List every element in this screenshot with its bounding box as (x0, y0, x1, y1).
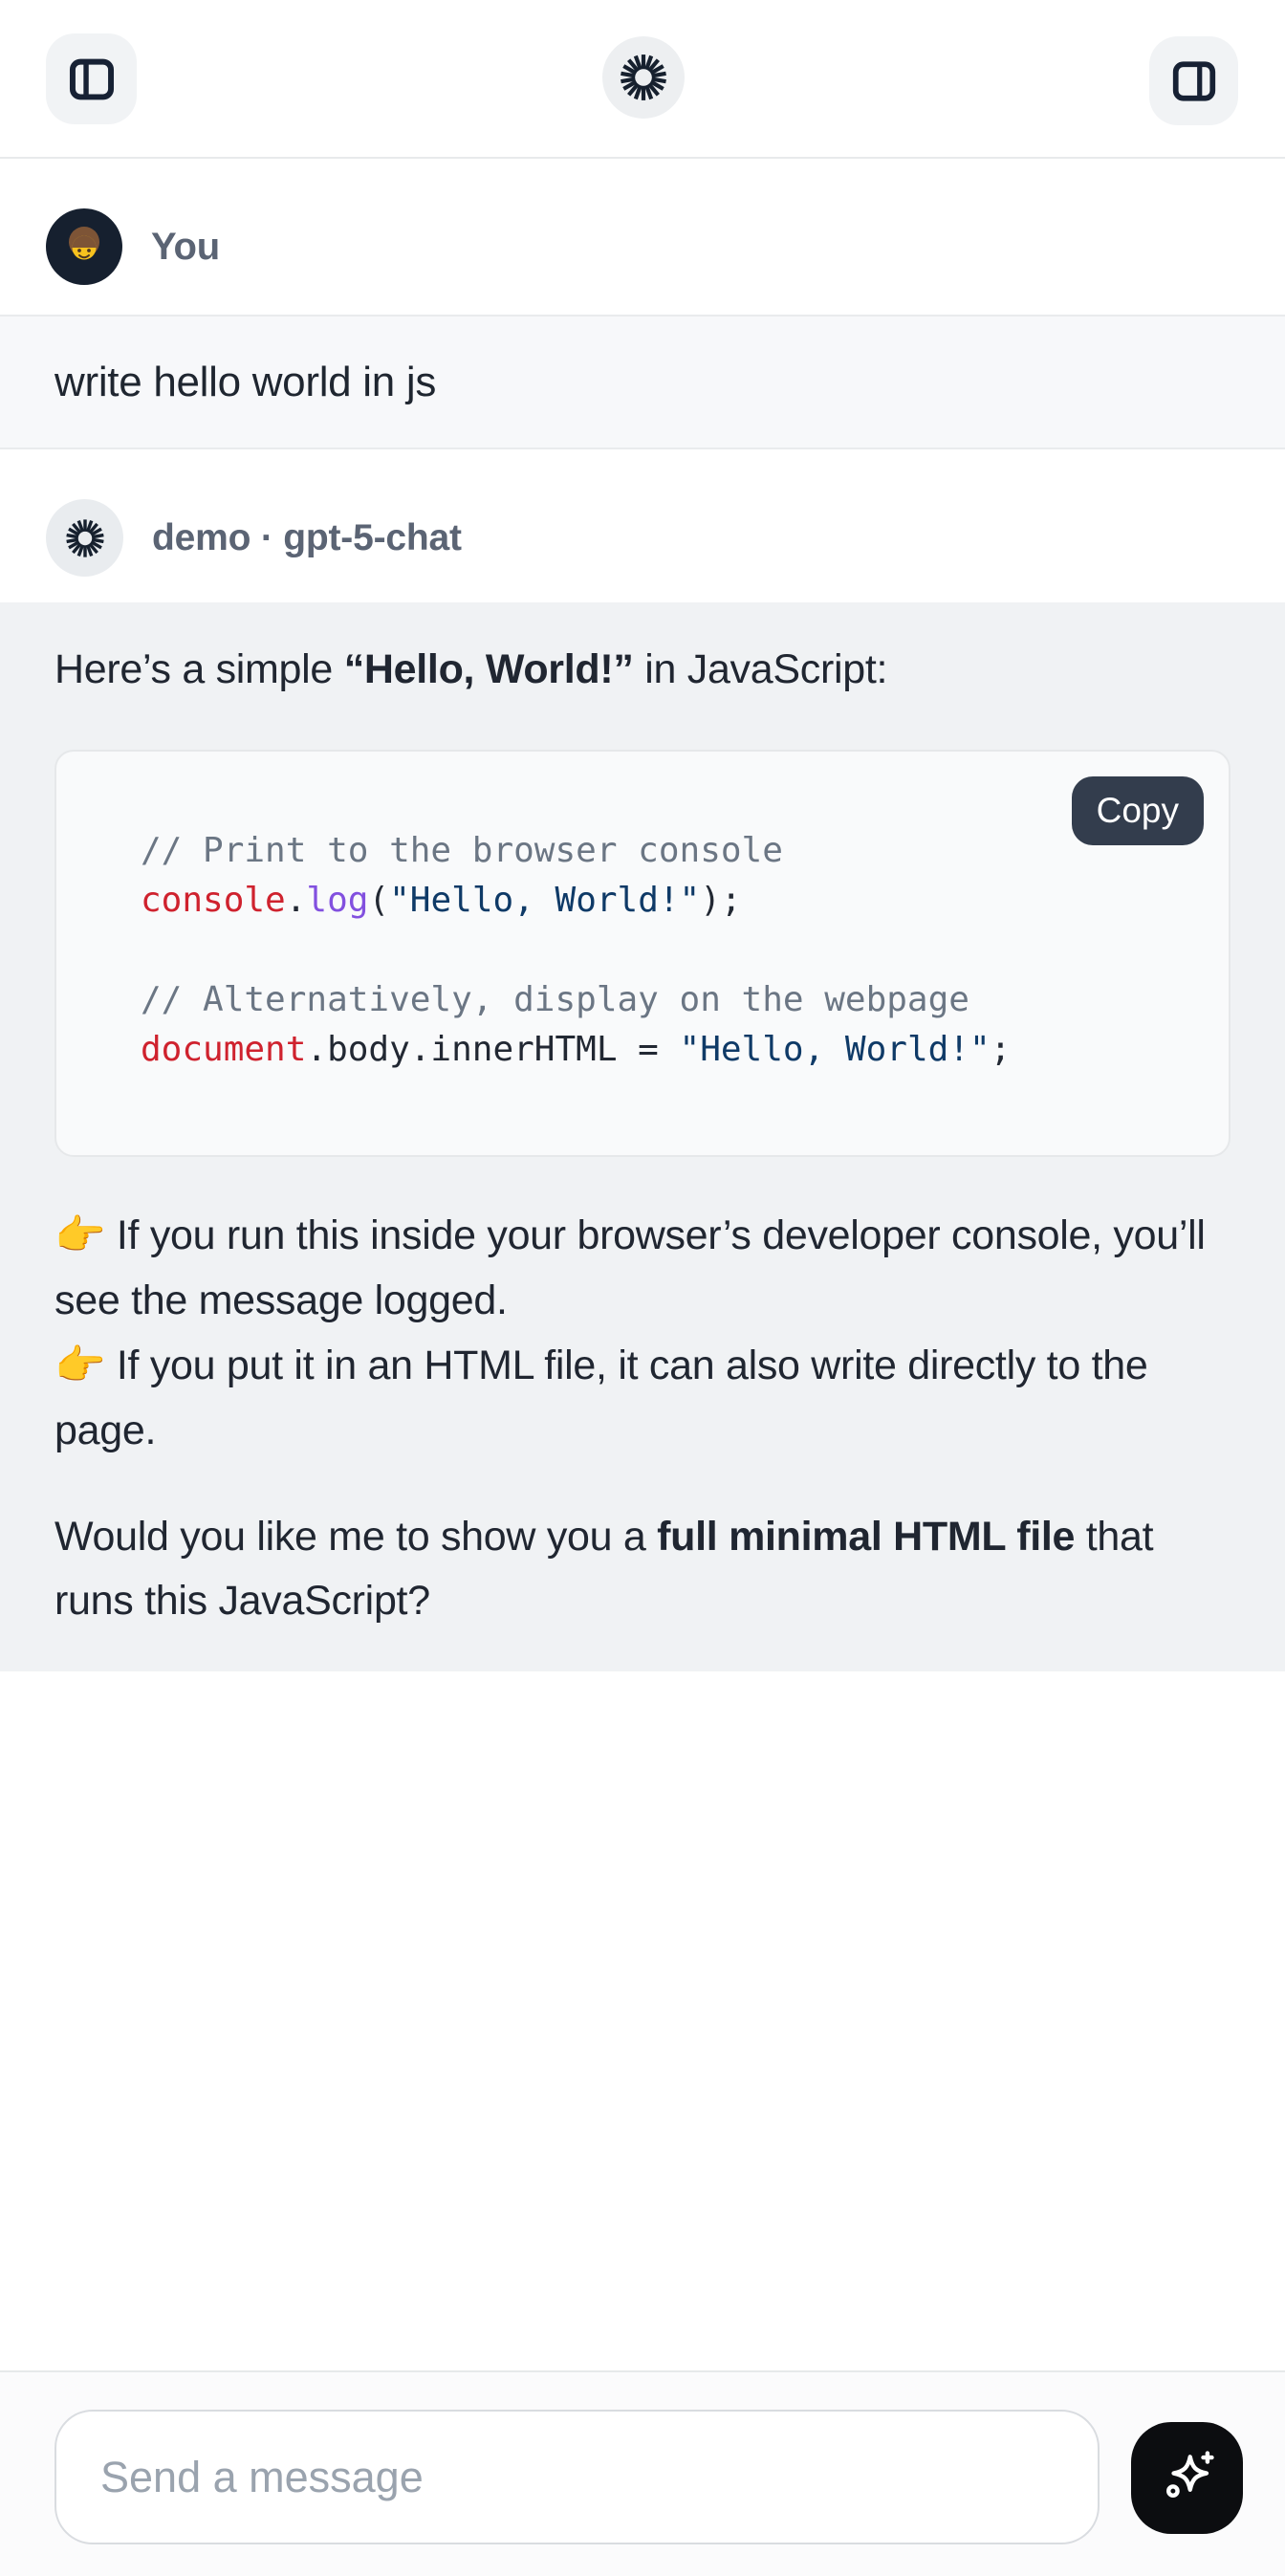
message-input[interactable] (54, 2410, 1100, 2544)
composer-bar (0, 2370, 1285, 2576)
pointing-right-emoji: 👉 (54, 1342, 105, 1389)
assistant-message-bubble: Here’s a simple “Hello, World!” in JavaS… (0, 602, 1285, 1671)
question-paragraph: Would you like me to show you a full min… (54, 1505, 1192, 1633)
tip-text: If you put it in an HTML file, it can al… (54, 1343, 1147, 1453)
user-message-text: write hello world in js (54, 359, 436, 406)
user-avatar (46, 208, 122, 285)
right-panel-toggle-button[interactable] (1149, 36, 1238, 125)
starburst-icon (617, 51, 670, 104)
assistant-message-header: demo · gpt-5-chat (0, 499, 1285, 577)
user-message-bubble: write hello world in js (0, 315, 1285, 449)
assistant-sender-label: demo · gpt-5-chat (152, 517, 462, 559)
sidebar-toggle-button[interactable] (46, 33, 137, 124)
panel-right-icon (1170, 57, 1218, 105)
app-logo-button[interactable] (602, 36, 685, 119)
tips-paragraph: 👉 If you run this inside your browser’s … (54, 1203, 1231, 1463)
tip-line: 👉 If you run this inside your browser’s … (54, 1203, 1231, 1333)
intro-suffix: in JavaScript: (634, 646, 888, 692)
pointing-right-emoji: 👉 (54, 1212, 105, 1259)
send-button[interactable] (1131, 2422, 1243, 2534)
intro-prefix: Here’s a simple (54, 646, 344, 692)
intro-bold: “Hello, World!” (344, 646, 634, 692)
code-content: // Print to the browser consoleconsole.l… (56, 752, 1229, 1155)
sparkle-icon (1156, 2445, 1219, 2511)
person-emoji (54, 216, 115, 277)
starburst-icon (63, 516, 107, 560)
question-prefix: Would you like me to show you a (54, 1514, 657, 1560)
user-sender-label: You (151, 226, 220, 269)
top-bar (0, 0, 1285, 159)
copy-button[interactable]: Copy (1072, 776, 1204, 845)
assistant-avatar (46, 499, 123, 577)
code-block: Copy // Print to the browser consolecons… (54, 750, 1231, 1157)
assistant-intro-text: Here’s a simple “Hello, World!” in JavaS… (54, 643, 1231, 696)
user-message-header: You (0, 208, 1285, 285)
chat-thread: You write hello world in js demo · gpt-5… (0, 208, 1285, 1671)
tip-text: If you run this inside your browser’s de… (54, 1212, 1206, 1323)
panel-left-icon (67, 55, 117, 104)
question-bold: full minimal HTML file (657, 1514, 1075, 1560)
tip-line: 👉 If you put it in an HTML file, it can … (54, 1333, 1231, 1463)
